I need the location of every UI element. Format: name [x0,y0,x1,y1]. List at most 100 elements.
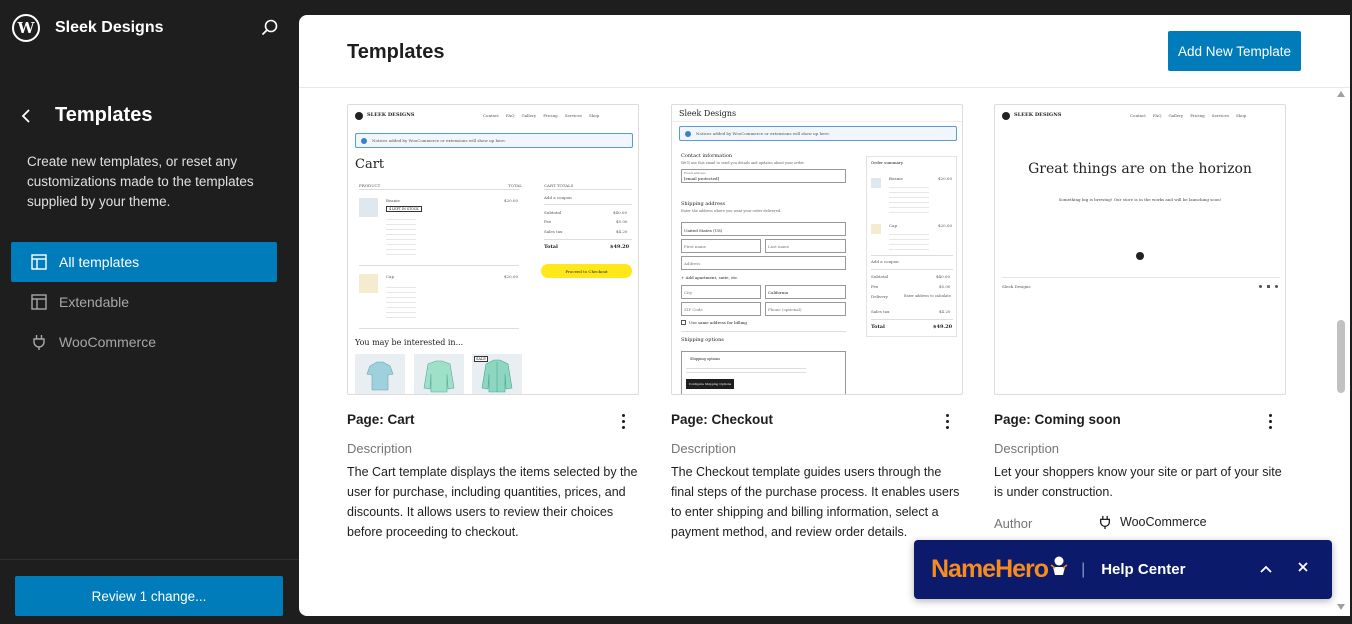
card-description-label: Description [347,441,413,456]
preview-nav-item: Shop [1235,113,1247,118]
preview-total-label: Delivery [871,294,888,299]
preview-total-label: Subtotal [871,274,889,279]
preview-cart-totals: CART TOTALS [544,183,574,188]
preview-total-label: Fee [871,284,879,289]
preview-item-price: $20.00 [504,198,518,203]
scrollbar-thumb[interactable] [1337,320,1345,393]
hero-mascot-icon [1050,556,1068,575]
card-description: The Checkout template guides users throu… [671,465,960,539]
site-logo-icon [1002,112,1010,120]
preview-field-label: City [684,290,693,295]
card-description-label: Description [671,441,737,456]
close-icon[interactable] [1296,560,1310,574]
template-card-coming-soon: SLEEK DESIGNS Contact FAQ Gallery Pricin… [994,104,1286,531]
preview-item: Beanie [889,176,903,181]
wordpress-logo-icon[interactable]: W [12,14,40,42]
preview-interested: You may be interested in... [355,338,464,347]
preview-product-image [414,354,464,394]
sidebar-item-label: All templates [59,254,140,270]
sidebar-title: Templates [55,104,153,126]
preview-nav-item: FAQ [1152,113,1162,118]
preview-total-label: Sales tax [871,309,890,314]
preview-nav: Contact FAQ Gallery Pricing Services Sho… [483,113,599,118]
preview-total-value: $5.00 [939,284,951,289]
preview-checkbox-label: Use same address for billing [689,320,747,325]
preview-total-label: Total [871,324,885,330]
card-title[interactable]: Page: Checkout [671,412,773,427]
more-options-icon[interactable] [1262,411,1278,431]
sidebar-item-woocommerce[interactable]: WooCommerce [11,322,277,362]
preview-section: Shipping address [681,201,726,207]
sidebar-item-extendable[interactable]: Extendable [11,282,277,322]
review-changes-button[interactable]: Review 1 change... [15,576,283,616]
layout-icon [31,254,47,270]
preview-badge: 4 LEFT IN STOCK [386,206,422,212]
sidebar: W Sleek Designs Templates Create new tem… [0,0,299,624]
main-header: Templates Add New Template [299,15,1350,88]
help-center-widget[interactable]: NameHero | Help Center [914,540,1332,599]
sidebar-description: Create new templates, or reset any custo… [27,154,254,209]
preview-total-value: $5.00 [616,219,628,224]
preview-nav-item: FAQ [505,113,515,118]
preview-nav: Contact FAQ Gallery Pricing Services Sho… [1130,113,1246,118]
preview-link: + Add apartment, suite, etc. [681,275,739,280]
preview-subheading: Something big is brewing! Our store is i… [1058,197,1222,202]
sidebar-nav: All templates Extendable WooCommerce [11,242,277,362]
site-logo-icon [355,112,363,120]
preview-total-value: $4.20 [939,309,951,314]
preview-heading: Cart [355,157,385,172]
divider [0,559,299,560]
template-preview-cart[interactable]: SLEEK DESIGNS Contact FAQ Gallery Pricin… [347,104,639,395]
layout-icon [31,294,47,310]
preview-total-value: $4.20 [616,229,628,234]
preview-total-value: $49.20 [933,324,953,330]
chevron-up-icon[interactable] [1258,562,1274,576]
scroll-down-arrow-icon[interactable] [1337,604,1345,610]
preview-field-label: First name [684,244,707,249]
card-title[interactable]: Page: Cart [347,412,415,427]
preview-section-sub: We'll use this email to send you details… [681,161,805,165]
site-name[interactable]: Sleek Designs [55,19,164,37]
sidebar-item-label: Extendable [59,294,130,310]
site-header: W Sleek Designs [12,12,288,44]
preview-total-value: Enter address to calculate [904,294,951,298]
search-icon[interactable] [260,18,280,38]
preview-item: Cap [889,223,898,228]
preview-section: Shipping options [681,337,724,343]
preview-field-label: Shipping options [690,357,721,361]
preview-coupon: Add a coupon [871,259,899,264]
preview-field-label: Email address [684,171,706,175]
card-author-name: WooCommerce [1120,515,1207,529]
preview-brand: SLEEK DESIGNS [1014,112,1062,118]
preview-total-label: Total [544,244,558,250]
site-logo-icon [1136,252,1144,260]
preview-total-label: Sales tax [544,229,563,234]
preview-total-value: $40.00 [936,274,950,279]
template-card-cart: SLEEK DESIGNS Contact FAQ Gallery Pricin… [347,104,639,539]
template-preview-coming-soon[interactable]: SLEEK DESIGNS Contact FAQ Gallery Pricin… [994,104,1286,395]
preview-item: Cap [386,274,395,279]
preview-nav-item: Contact [1130,113,1146,118]
preview-config-button: Configure Shipping Options [686,379,734,389]
chevron-left-icon[interactable] [18,107,36,125]
card-title[interactable]: Page: Coming soon [994,412,1121,427]
preview-field-label: Last name [768,244,790,249]
more-options-icon[interactable] [615,411,631,431]
preview-field-value: California [768,290,789,295]
sidebar-item-label: WooCommerce [59,334,156,350]
preview-nav-item: Services [564,113,582,118]
preview-field-value: United States (US) [684,228,723,233]
preview-product-image [355,354,405,394]
preview-section: Contact information [681,153,733,159]
sidebar-item-all-templates[interactable]: All templates [11,242,277,282]
scroll-up-arrow-icon[interactable] [1337,91,1345,97]
more-options-icon[interactable] [939,411,955,431]
preview-coupon: Add a coupon [544,195,572,200]
preview-total-label: Subtotal [544,210,562,215]
preview-notice: Notices added by WooCommerce or extensio… [679,126,957,141]
sidebar-header: Templates [18,104,152,127]
preview-checkout-button: Proceed to Checkout [541,264,632,278]
add-new-template-button[interactable]: Add New Template [1168,31,1301,71]
preview-col: TOTAL [508,183,522,188]
template-preview-checkout[interactable]: Sleek Designs Notices added by WooCommer… [671,104,963,395]
